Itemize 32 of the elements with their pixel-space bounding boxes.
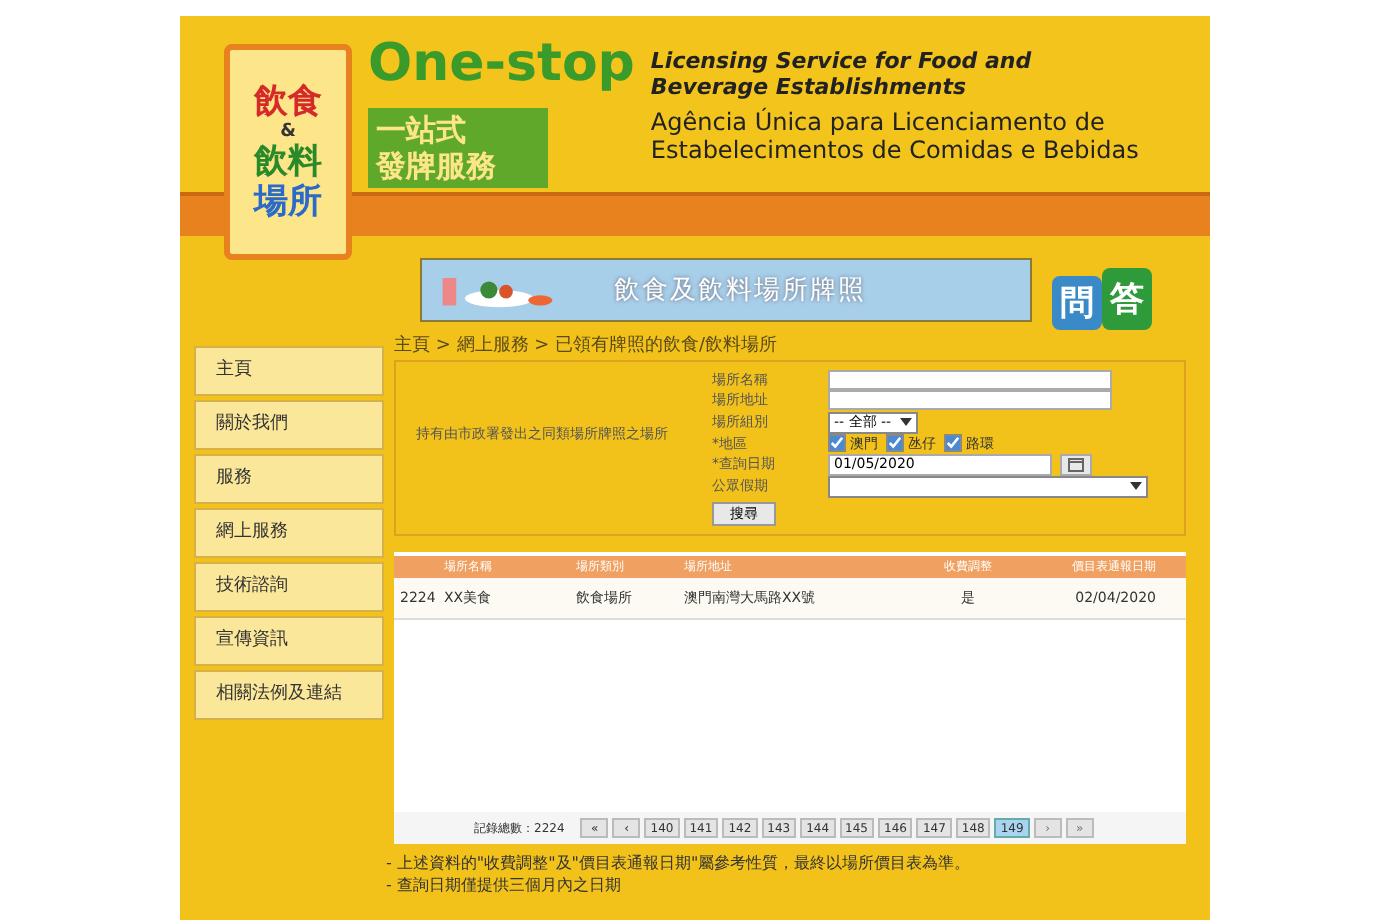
title-english: Licensing Service for Food and Beverage Establishments <box>650 48 1034 100</box>
sidebar-item[interactable]: 相關法例及連結 <box>194 670 384 720</box>
sidebar-item[interactable]: 服務 <box>194 454 384 504</box>
sidebar-item[interactable]: 宣傳資訊 <box>194 616 384 666</box>
sign-text: 發牌服務 <box>376 148 498 184</box>
note-text: - 上述資料的"收費調整"及"價目表通報日期"屬參考性質，最終以場所價目表為準。 <box>386 852 973 874</box>
calendar-icon <box>1068 457 1084 472</box>
breadcrumb: 主頁 > 網上服務 > 已領有牌照的飲食/飲料場所 <box>394 334 780 360</box>
input-field[interactable] <box>828 370 1112 391</box>
dropdown[interactable] <box>828 475 1148 498</box>
answer-bubble[interactable]: 答 <box>1102 268 1152 330</box>
sidebar-item[interactable]: 技術諮詢 <box>194 562 384 612</box>
sign-text: 一站式 <box>376 112 468 148</box>
logo-text: 場所 <box>254 182 322 222</box>
logo-text: 飲食 <box>254 82 322 122</box>
checkbox[interactable] <box>828 434 846 453</box>
banner-text: 飲食及飲料場所牌照 <box>614 273 866 307</box>
calendar-button[interactable] <box>1060 453 1092 476</box>
question-bubble[interactable]: 問 <box>1052 276 1102 330</box>
sidebar-item[interactable]: 關於我們 <box>194 400 384 450</box>
caret-icon <box>1130 482 1142 491</box>
sidebar-item[interactable]: 主頁 <box>194 346 384 396</box>
caret-icon <box>899 418 912 426</box>
title-portuguese: Agência Única para Licenciamento de Estabelecimentos de Comidas e Bebidas <box>650 108 1139 164</box>
input-field[interactable] <box>828 390 1112 411</box>
brand-title: One-stop <box>368 32 635 96</box>
logo-text: & <box>280 122 296 142</box>
checkbox[interactable] <box>944 434 962 453</box>
sidebar-item[interactable]: 網上服務 <box>194 508 384 558</box>
checkbox[interactable] <box>886 434 904 453</box>
note-text: - 查詢日期僅提供三個月內之日期 <box>386 874 623 896</box>
logo-text: 飲料 <box>254 142 322 182</box>
